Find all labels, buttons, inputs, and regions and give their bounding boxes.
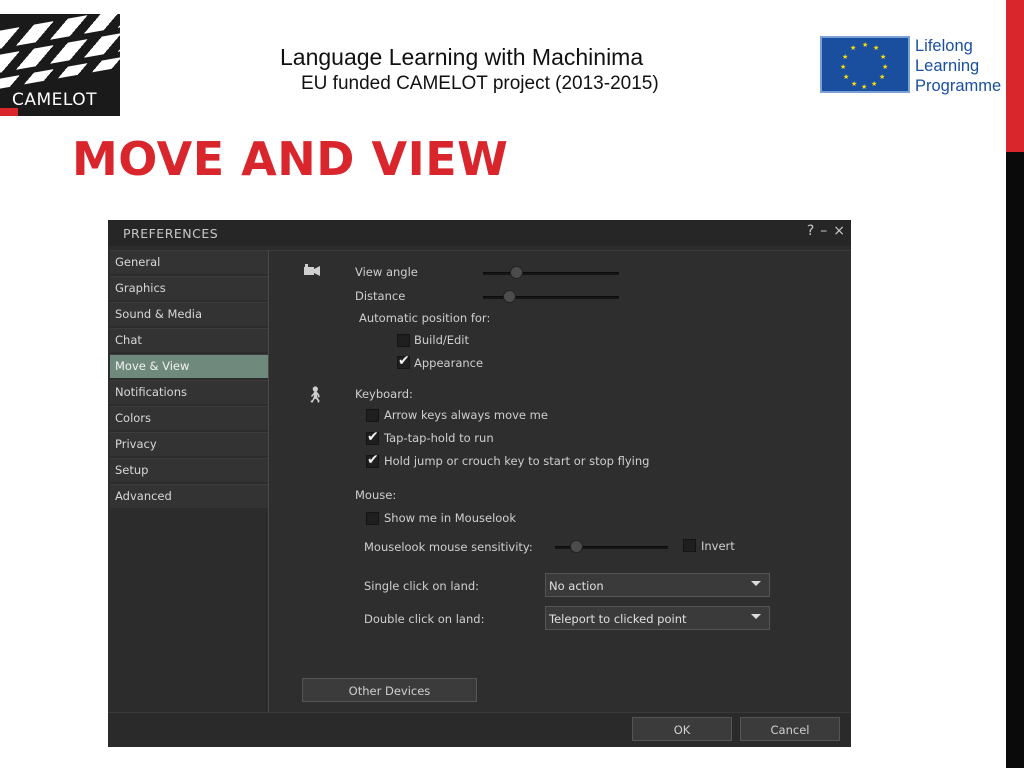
preferences-window: PREFERENCES ? – × General Graphics Sound… (108, 220, 851, 747)
minimize-icon[interactable]: – (820, 223, 827, 239)
llp-line: Learning (915, 57, 980, 75)
tap-hold-checkbox[interactable]: ✔ (366, 429, 379, 445)
invert-label: Invert (701, 539, 735, 553)
eu-flag-icon: ★ ★ ★ ★ ★ ★ ★ ★ ★ ★ ★ ★ (820, 36, 910, 93)
tap-hold-label: Tap-tap-hold to run (384, 431, 494, 445)
window-footer: OK Cancel (108, 712, 851, 747)
distance-label: Distance (355, 289, 406, 303)
double-click-value: Teleport to clicked point (549, 612, 687, 626)
arrow-keys-checkbox[interactable] (366, 409, 379, 422)
single-click-label: Single click on land: (364, 579, 480, 593)
close-icon[interactable]: × (833, 223, 845, 239)
hold-jump-checkbox[interactable]: ✔ (366, 452, 379, 468)
walking-person-icon: 🚶︎ (305, 385, 326, 404)
cancel-button[interactable]: Cancel (740, 717, 840, 741)
sensitivity-slider-knob[interactable] (570, 540, 583, 553)
llp-line: Programme (915, 77, 1002, 95)
hold-jump-label: Hold jump or crouch key to start or stop… (384, 454, 650, 468)
ok-button[interactable]: OK (632, 717, 732, 741)
checkmark-icon: ✔ (367, 452, 379, 468)
checkmark-icon: ✔ (367, 429, 379, 445)
chevron-down-icon (751, 614, 761, 619)
show-mouselook-label: Show me in Mouselook (384, 511, 516, 525)
slide-title: MOVE AND VIEW (72, 132, 509, 186)
view-angle-slider-knob[interactable] (510, 266, 523, 279)
build-edit-label: Build/Edit (414, 333, 470, 347)
camelot-logo-text: CAMELOT (12, 90, 98, 110)
sidebar-item-advanced[interactable]: Advanced (110, 484, 268, 508)
sidebar-item-chat[interactable]: Chat (110, 328, 268, 352)
double-click-dropdown[interactable]: Teleport to clicked point (545, 606, 770, 630)
camera-icon (303, 263, 321, 281)
appearance-checkbox[interactable]: ✔ (397, 353, 410, 369)
invert-checkbox[interactable] (683, 539, 696, 552)
keyboard-heading: Keyboard: (355, 387, 413, 401)
single-click-dropdown[interactable]: No action (545, 573, 770, 597)
llp-logo-text: Lifelong Learning Programme (915, 36, 1001, 96)
build-edit-checkbox[interactable] (397, 334, 410, 347)
arrow-keys-label: Arrow keys always move me (384, 408, 548, 422)
single-click-value: No action (549, 579, 604, 593)
show-mouselook-checkbox[interactable] (366, 512, 379, 525)
help-icon[interactable]: ? (807, 223, 814, 239)
sidebar-item-sound-media[interactable]: Sound & Media (110, 302, 268, 326)
sidebar-item-privacy[interactable]: Privacy (110, 432, 268, 456)
sidebar-item-colors[interactable]: Colors (110, 406, 268, 430)
logo-red-corner (0, 108, 18, 116)
header-subtitle: EU funded CAMELOT project (2013-2015) (301, 73, 659, 94)
appearance-label: Appearance (414, 356, 484, 370)
header-title: Language Learning with Machinima (280, 44, 644, 70)
window-titlebar[interactable]: PREFERENCES ? – × (108, 220, 851, 246)
window-controls: ? – × (807, 223, 845, 239)
checkmark-icon: ✔ (398, 353, 410, 369)
move-view-panel: View angle Distance Automatic position f… (268, 250, 851, 712)
mouse-heading: Mouse: (355, 488, 397, 502)
sidebar-item-setup[interactable]: Setup (110, 458, 268, 482)
sidebar-item-move-view[interactable]: Move & View (110, 354, 268, 378)
sidebar-item-general[interactable]: General (110, 250, 268, 274)
preferences-sidebar: General Graphics Sound & Media Chat Move… (110, 250, 268, 510)
sensitivity-label: Mouselook mouse sensitivity: (364, 540, 533, 554)
distance-slider-knob[interactable] (503, 290, 516, 303)
view-angle-label: View angle (355, 265, 418, 279)
double-click-label: Double click on land: (364, 612, 485, 626)
slide-right-bar-accent (1006, 0, 1024, 152)
window-title: PREFERENCES (123, 226, 219, 241)
sidebar-item-notifications[interactable]: Notifications (110, 380, 268, 404)
camelot-logo: CAMELOT (0, 14, 120, 116)
sidebar-item-graphics[interactable]: Graphics (110, 276, 268, 300)
view-angle-slider[interactable] (483, 272, 619, 275)
auto-position-label: Automatic position for: (359, 311, 491, 325)
other-devices-button[interactable]: Other Devices (302, 678, 477, 702)
chevron-down-icon (751, 581, 761, 586)
llp-line: Lifelong (915, 37, 973, 55)
